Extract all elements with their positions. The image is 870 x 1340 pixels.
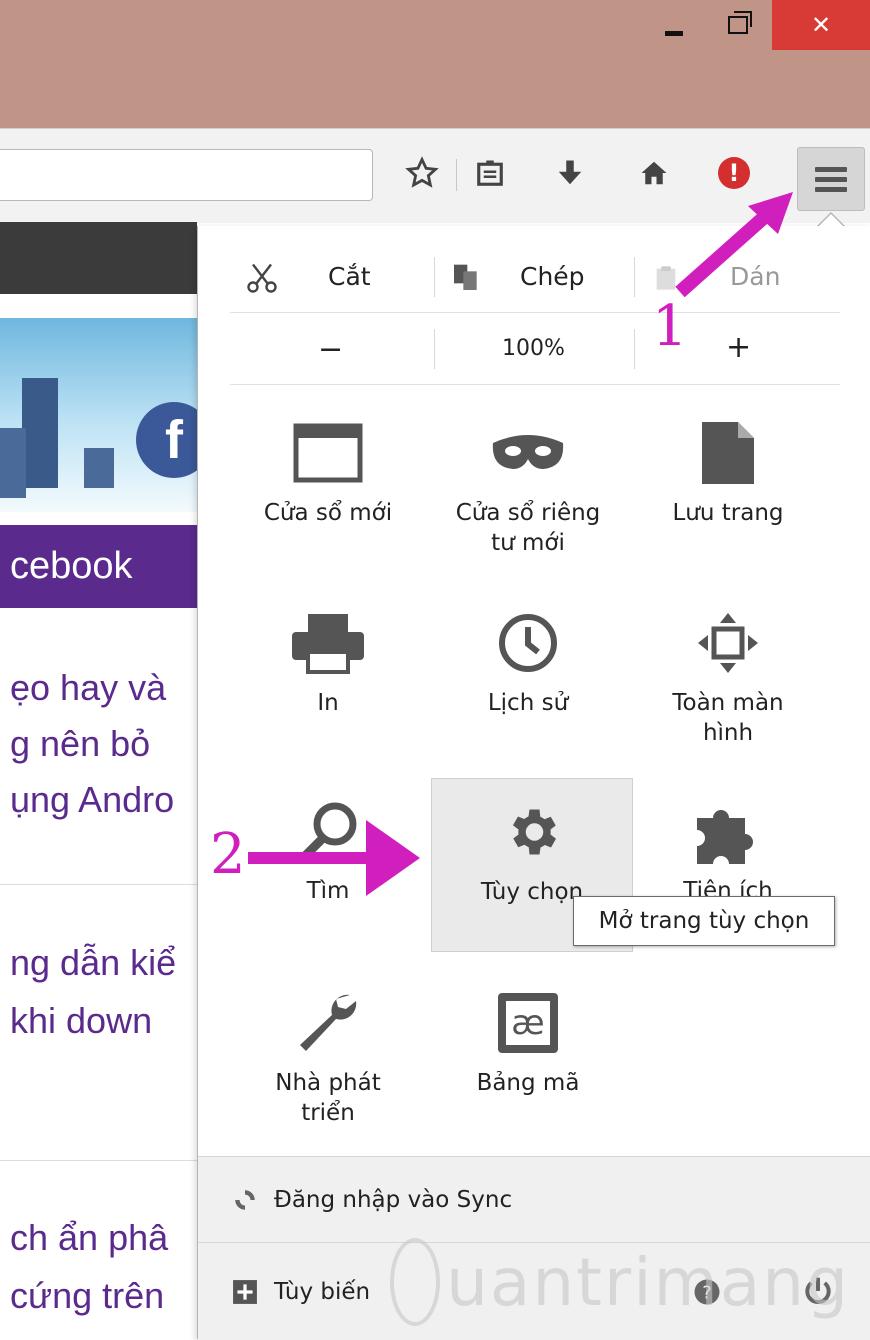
step1-label: 1 [652, 294, 688, 359]
annotation-overlay [248, 192, 793, 896]
watermark: uantrimang [390, 1232, 850, 1332]
step2-label: 2 [210, 822, 246, 887]
step2-arrowhead [366, 820, 420, 896]
step1-arrow [675, 206, 775, 298]
lightbulb-icon [390, 1238, 441, 1326]
